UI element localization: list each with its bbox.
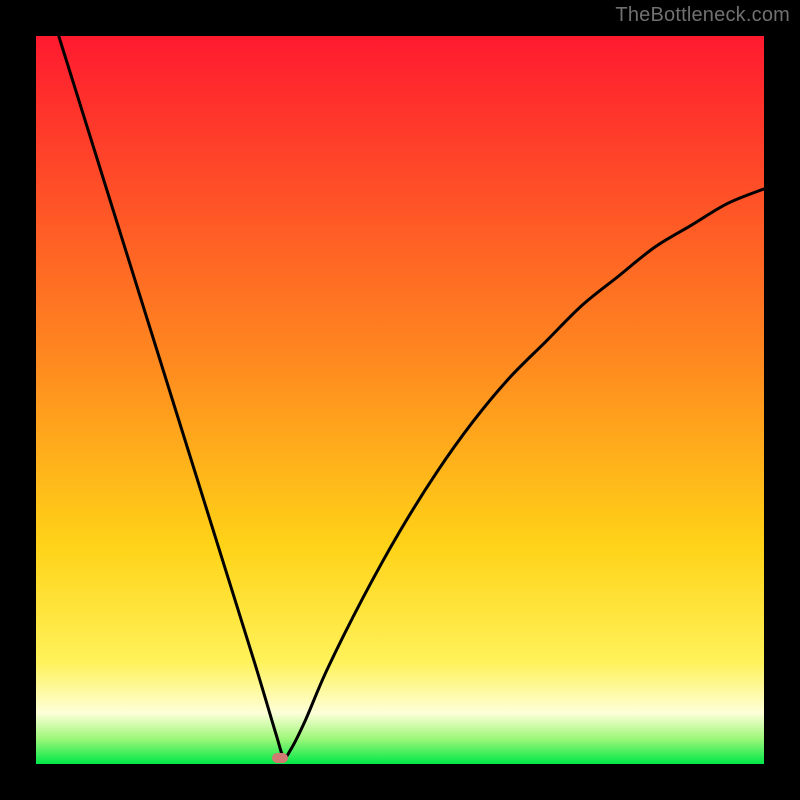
chart-svg: [36, 36, 764, 764]
chart-container: TheBottleneck.com: [0, 0, 800, 800]
watermark-text: TheBottleneck.com: [615, 4, 790, 27]
plot-area: [36, 36, 764, 764]
optimum-marker: [272, 753, 288, 763]
gradient-background: [36, 36, 764, 764]
